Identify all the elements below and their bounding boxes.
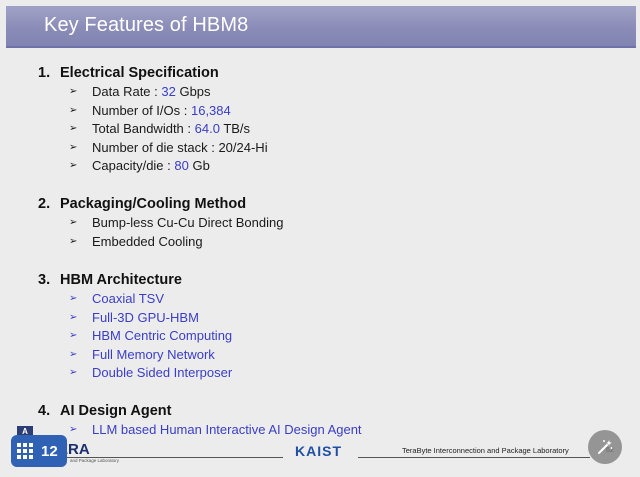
arrow-bullet-icon: ➢ (69, 104, 78, 116)
slide-grid-button[interactable]: 12 (11, 435, 67, 467)
list-item: ➢ HBM Centric Computing (38, 327, 232, 346)
list-item: ➢ Double Sided Interposer (38, 364, 232, 383)
spec-value: 16,384 (190, 102, 231, 118)
arrow-bullet-icon: ➢ (69, 141, 78, 153)
spec-unit: Gb (188, 158, 210, 174)
section-number: 4. (38, 403, 51, 419)
arrow-bullet-icon: ➢ (69, 217, 78, 228)
list-item-text: Embedded Cooling (92, 233, 203, 249)
slide: Key Features of HBM8 1. Electrical Specif… (0, 0, 640, 477)
spec-value: 32 (161, 84, 176, 99)
arrow-bullet-icon: ➢ (69, 311, 78, 323)
section-heading: 2. Packaging/Cooling Method (38, 195, 283, 213)
list-item: ➢ Full-3D GPU-HBM (38, 309, 232, 328)
slide-title: Key Features of HBM8 (44, 14, 249, 36)
section-packaging-cooling: 2. Packaging/Cooling Method ➢ Bump-less Cu… (38, 195, 283, 251)
list-item: ➢ Bump-less Cu-Cu Direct Bonding (38, 214, 283, 233)
spec-unit: Gbps (175, 84, 211, 99)
arrow-bullet-icon: ➢ (69, 330, 78, 342)
footer-logo-subtitle: and Package Laboratory (70, 458, 120, 463)
section-title: AI Design Agent (60, 403, 172, 419)
spec-label: Number of I/Os : (92, 102, 191, 118)
spec-value: 64.0 (194, 121, 220, 137)
list-item: ➢ Full Memory Network (38, 346, 232, 365)
list-item-text: Double Sided Interposer (92, 365, 233, 381)
spec-data-rate: ➢ Data Rate : 32 Gbps (38, 83, 268, 102)
arrow-bullet-icon: ➢ (69, 293, 78, 304)
kaist-logo: KAIST (295, 443, 342, 459)
section-title: HBM Architecture (60, 272, 182, 288)
slide-count: 12 (41, 442, 58, 460)
section-title: Electrical Specification (60, 65, 219, 81)
arrow-bullet-icon: ➢ (69, 348, 78, 360)
section-heading: 3. HBM Architecture (38, 271, 232, 289)
section-ai-design-agent: 4. AI Design Agent ➢ LLM based Human Inter… (38, 402, 362, 440)
section-number: 2. (38, 196, 51, 212)
spec-number-of-ios: ➢ Number of I/Os : 16,384 (38, 102, 268, 121)
section-heading: 4. AI Design Agent (38, 402, 362, 420)
arrow-bullet-icon: ➢ (69, 123, 78, 135)
list-item-text: HBM Centric Computing (92, 328, 233, 344)
arrow-bullet-icon: ➢ (69, 424, 78, 435)
section-number: 1. (38, 65, 51, 81)
section-electrical-specification: 1. Electrical Specification ➢ Data Rate : … (38, 64, 268, 176)
spec-label: Capacity/die : (92, 158, 175, 174)
list-item-text: Full-3D GPU-HBM (92, 309, 199, 325)
arrow-bullet-icon: ➢ (69, 235, 78, 247)
list-item: ➢ Coaxial TSV (38, 290, 232, 309)
section-number: 3. (38, 272, 51, 288)
footer-divider (358, 457, 590, 458)
spec-total-bandwidth: ➢ Total Bandwidth : 64.0 TB/s (38, 120, 268, 139)
spec-label: Data Rate : (92, 84, 162, 99)
spec-label: Total Bandwidth : (92, 121, 195, 137)
spec-die-stack: ➢ Number of die stack : 20/24-Hi (38, 139, 268, 158)
spec-value: 80 (174, 158, 189, 174)
section-title: Packaging/Cooling Method (60, 196, 247, 212)
spec-capacity-die: ➢ Capacity/die : 80 Gb (38, 157, 268, 176)
section-heading: 1. Electrical Specification (38, 64, 268, 82)
title-underline (6, 46, 636, 48)
spec-label: Number of die stack : 20/24-Hi (92, 139, 268, 155)
spec-unit: TB/s (219, 121, 251, 137)
grid-icon (17, 443, 33, 459)
section-hbm-architecture: 3. HBM Architecture ➢ Coaxial TSV ➢ Full-3D… (38, 271, 232, 383)
arrow-bullet-icon: ➢ (69, 86, 78, 97)
arrow-bullet-icon: ➢ (69, 367, 78, 379)
list-item: ➢ Embedded Cooling (38, 233, 283, 252)
magic-wand-icon (598, 440, 613, 454)
list-item-text: Full Memory Network (92, 346, 215, 362)
footer-lab-name: TeraByte Interconnection and Package Lab… (402, 446, 569, 455)
list-item: ➢ LLM based Human Interactive AI Design A… (38, 421, 362, 440)
list-item-text: LLM based Human Interactive AI Design Ag… (92, 422, 362, 437)
list-item-text: Bump-less Cu-Cu Direct Bonding (92, 215, 284, 230)
magic-wand-button[interactable] (588, 430, 622, 464)
arrow-bullet-icon: ➢ (69, 160, 78, 172)
list-item-text: Coaxial TSV (92, 291, 165, 306)
